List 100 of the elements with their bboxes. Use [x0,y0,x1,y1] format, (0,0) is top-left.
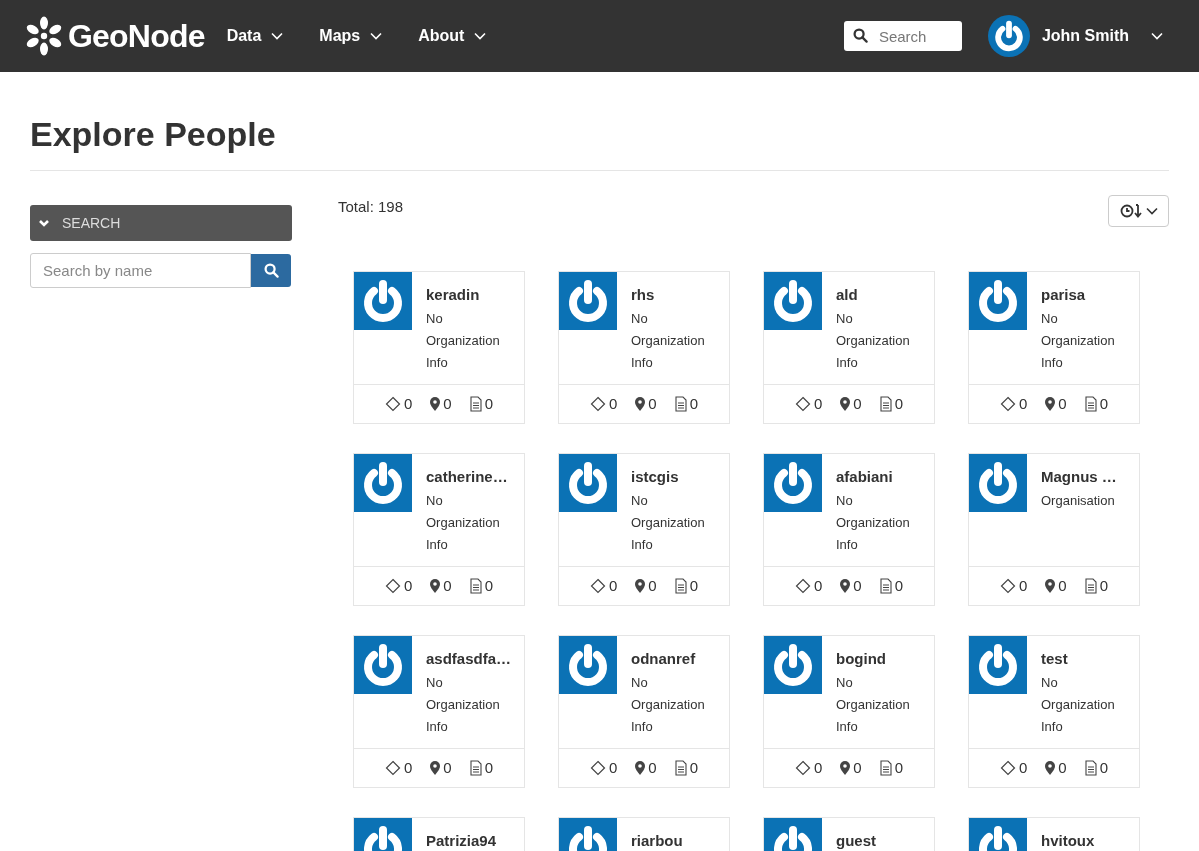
map-pin-icon [430,397,441,411]
chevron-down-icon [474,32,487,40]
profile-name[interactable]: ald [836,285,920,305]
resource-count: 0 [443,757,452,778]
diamond-icon [385,578,401,594]
profile-card[interactable]: afabiani No Organization Info 0 0 0 [763,453,935,606]
resource-count: 0 [404,575,413,596]
chevron-down-icon [370,32,383,40]
profile-name[interactable]: Patrizia94 [426,831,497,851]
profile-card[interactable]: ald No Organization Info 0 0 0 [763,271,935,424]
organization-info: No Organization Info [631,674,706,736]
document-icon [1084,396,1097,412]
profile-card[interactable]: istcgis No Organization Info 0 0 0 [558,453,730,606]
profile-name[interactable]: hvitoux [1041,831,1095,851]
resource-count: 0 [484,757,493,778]
sort-dropdown[interactable] [1108,195,1169,227]
profile-card[interactable]: hvitoux [968,817,1140,851]
organization-info: No Organization Info [836,310,911,372]
chevron-down-icon [38,217,50,229]
diamond-icon [590,578,606,594]
profile-name[interactable]: asdfasdfa… [426,649,512,669]
resource-count: 0 [443,575,452,596]
profile-card[interactable]: test No Organization Info 0 0 0 [968,635,1140,788]
chevron-down-icon [1145,207,1158,215]
map-pin-icon [635,397,646,411]
document-icon [879,578,892,594]
profile-name[interactable]: guest [836,831,876,851]
navbar-search-field[interactable]: Search [843,21,962,51]
avatar-icon [764,636,822,694]
resource-count: 0 [894,575,903,596]
search-panel-header[interactable]: SEARCH [30,205,292,241]
resource-count: 0 [894,757,903,778]
avatar-icon [969,454,1027,512]
chevron-down-icon [1151,32,1163,40]
resource-count: 0 [814,757,823,778]
diamond-icon [385,396,401,412]
document-icon [674,578,687,594]
organization-info: Organisation [1041,492,1116,510]
profile-card[interactable]: riarbou [558,817,730,851]
nav-menu[interactable]: Data [226,24,284,48]
resource-count: 0 [609,757,618,778]
profile-card[interactable]: guest [763,817,935,851]
profile-name[interactable]: istcgis [631,467,715,487]
logo-icon[interactable] [24,16,64,56]
profile-name[interactable]: catherine… [426,467,510,487]
resource-count: 0 [1019,393,1028,414]
resource-count: 0 [484,393,493,414]
profile-name[interactable]: keradin [426,285,510,305]
profile-card[interactable]: catherine… No Organization Info 0 0 0 [353,453,525,606]
organization-info: No Organization Info [836,674,911,736]
search-icon [263,263,279,278]
avatar-icon [559,272,617,330]
organization-info: No Organization Info [426,492,501,554]
profile-card[interactable]: asdfasdfa… No Organization Info 0 0 0 [353,635,525,788]
avatar-icon [559,636,617,694]
resource-count: 0 [853,393,862,414]
document-icon [1084,578,1097,594]
resource-count: 0 [689,757,698,778]
profile-name[interactable]: test [1041,649,1125,669]
profile-name[interactable]: bogind [836,649,920,669]
name-search-field[interactable]: Search by name [30,253,251,288]
document-icon [469,760,482,776]
diamond-icon [1000,578,1016,594]
profile-name[interactable]: afabiani [836,467,920,487]
profile-card[interactable]: parisa No Organization Info 0 0 0 [968,271,1140,424]
profile-card[interactable]: keradin No Organization Info 0 0 0 [353,271,525,424]
map-pin-icon [430,579,441,593]
clock-sort-icon [1119,203,1144,219]
resource-count: 0 [1019,757,1028,778]
nav-menu[interactable]: Maps [319,24,383,48]
resource-count: 0 [1019,575,1028,596]
profile-card[interactable]: rhs No Organization Info 0 0 0 [558,271,730,424]
brand-name[interactable]: GeoNode [68,12,205,60]
user-menu[interactable]: John Smith [987,15,1163,57]
profile-card[interactable]: odnanref No Organization Info 0 0 0 [558,635,730,788]
profile-card[interactable]: bogind No Organization Info 0 0 0 [763,635,935,788]
total-count: Total: 198 [338,197,404,217]
diamond-icon [795,578,811,594]
resource-count: 0 [1099,393,1108,414]
chevron-down-icon [271,32,284,40]
document-icon [674,396,687,412]
profile-card[interactable]: Patrizia94 [353,817,525,851]
map-pin-icon [840,397,851,411]
avatar-icon [764,272,822,330]
resource-count: 0 [814,575,823,596]
resource-count: 0 [609,575,618,596]
profile-name[interactable]: riarbou [631,831,683,851]
resource-count: 0 [689,575,698,596]
profile-name[interactable]: Magnus … [1041,467,1125,487]
search-button[interactable] [251,254,291,287]
organization-info: No Organization Info [1041,674,1116,736]
organization-info: No Organization Info [1041,310,1116,372]
map-pin-icon [840,761,851,775]
diamond-icon [1000,396,1016,412]
diamond-icon [795,396,811,412]
profile-name[interactable]: odnanref [631,649,715,669]
profile-name[interactable]: rhs [631,285,715,305]
nav-menu[interactable]: About [418,24,487,48]
profile-name[interactable]: parisa [1041,285,1125,305]
diamond-icon [385,760,401,776]
